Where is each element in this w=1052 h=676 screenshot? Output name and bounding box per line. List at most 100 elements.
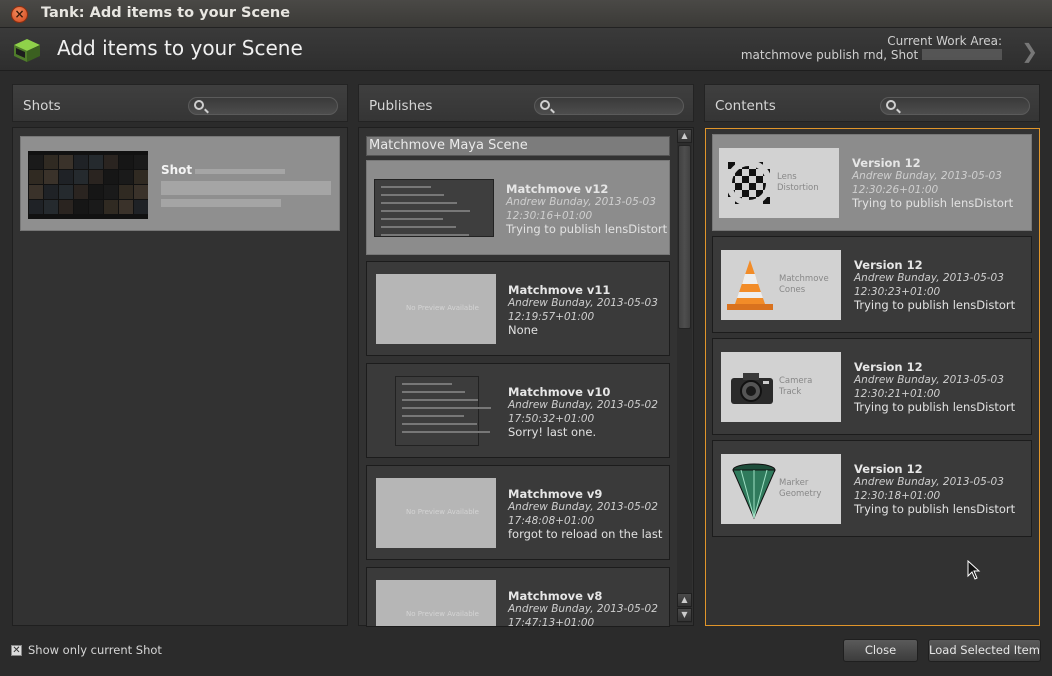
search-icon xyxy=(886,100,896,110)
thumbnail-cell xyxy=(119,185,133,199)
publish-time: 17:48:08+01:00 xyxy=(508,515,595,527)
content-author-date: Andrew Bunday, 2013-05-03 xyxy=(852,170,1002,182)
thumbnail-text-line xyxy=(381,194,444,196)
content-card[interactable]: Camera Track Version 12 Andrew Bunday, 201… xyxy=(712,338,1032,435)
publish-time: 17:47:13+01:00 xyxy=(508,617,595,627)
thumbnail-cell xyxy=(119,170,133,184)
publishes-panel-header: Publishes xyxy=(358,84,694,122)
publish-card[interactable]: No Preview Available Matchmove v9 Andrew B… xyxy=(366,465,670,560)
content-card[interactable]: Matchmove Cones Version 12 Andrew Bunday, … xyxy=(712,236,1032,333)
scroll-down-arrow-icon[interactable]: ▼ xyxy=(677,608,692,622)
content-time: 12:30:21+01:00 xyxy=(854,388,941,400)
content-time: 12:30:26+01:00 xyxy=(852,184,939,196)
publish-card[interactable]: No Preview Available Matchmove v8 Andrew B… xyxy=(366,567,670,627)
content-card[interactable]: Marker Geometry Version 12 Andrew Bunday, … xyxy=(712,440,1032,537)
shot-list-item[interactable]: Shot xyxy=(20,136,340,231)
content-thumbnail: Marker Geometry xyxy=(721,454,841,524)
thumbnail-text-line xyxy=(381,210,470,212)
thumbnail-cell xyxy=(59,185,73,199)
thumbnail-cell xyxy=(104,185,118,199)
publish-author-date: Andrew Bunday, 2013-05-03 xyxy=(508,297,658,309)
thumbnail-cell xyxy=(89,170,103,184)
thumbnail-cell xyxy=(89,155,103,169)
thumbnail-cell xyxy=(119,155,133,169)
publish-group-header[interactable]: Matchmove Maya Scene xyxy=(366,136,670,156)
thumbnail-caption: Lens Distortion xyxy=(777,172,819,193)
app-header: Add items to your Scene Current Work Are… xyxy=(0,28,1052,71)
thumbnail-text-line xyxy=(402,399,478,401)
thumbnail-caption: Marker Geometry xyxy=(779,478,822,499)
content-thumbnail: Matchmove Cones xyxy=(721,250,841,320)
no-preview-label: No Preview Available xyxy=(406,508,479,516)
thumbnail-caption: Camera Track xyxy=(779,376,813,397)
content-thumbnail: Camera Track xyxy=(721,352,841,422)
thumbnail-cell xyxy=(134,200,148,214)
no-preview-label: No Preview Available xyxy=(406,610,479,618)
checker-icon xyxy=(727,161,771,205)
contents-search-input[interactable] xyxy=(880,97,1030,115)
content-description: Trying to publish lensDistort xyxy=(854,400,1016,414)
publishes-search-input[interactable] xyxy=(534,97,684,115)
publish-card[interactable]: Matchmove v12 Andrew Bunday, 2013-05-03 12… xyxy=(366,160,670,255)
window-title: Tank: Add items to your Scene xyxy=(41,5,291,21)
publishes-scrollbar[interactable]: ▲ ▲ ▼ xyxy=(677,129,692,623)
thumbnail-text-line xyxy=(381,234,469,236)
chevron-right-icon[interactable]: ❯ xyxy=(1021,39,1038,63)
scroll-up-arrow-icon[interactable]: ▲ xyxy=(677,129,692,143)
show-current-shot-checkbox[interactable]: ✕ xyxy=(11,645,22,656)
thumbnail-text-line xyxy=(402,383,452,385)
search-icon xyxy=(194,100,204,110)
page-title: Add items to your Scene xyxy=(57,36,303,60)
content-title: Version 12 xyxy=(854,360,923,374)
thumbnail-cell xyxy=(104,170,118,184)
show-current-shot-label[interactable]: Show only current Shot xyxy=(28,643,162,657)
publish-description: forgot to reload on the last xyxy=(508,527,663,541)
thumbnail-cell xyxy=(89,200,103,214)
content-card[interactable]: Lens Distortion Version 12 Andrew Bunday, … xyxy=(712,134,1032,231)
thumbnail-cell xyxy=(104,155,118,169)
shots-panel-title: Shots xyxy=(23,98,61,114)
redacted-text xyxy=(161,199,281,207)
thumbnail-cell xyxy=(29,155,43,169)
close-button[interactable]: Close xyxy=(843,639,918,662)
thumbnail-cell xyxy=(59,200,73,214)
content-description: Trying to publish lensDistort xyxy=(854,298,1016,312)
thumbnail-caption: Matchmove Cones xyxy=(779,274,829,295)
content-author-date: Andrew Bunday, 2013-05-03 xyxy=(854,272,1004,284)
camera-icon xyxy=(731,373,773,404)
load-selected-item-button[interactable]: Load Selected Item xyxy=(928,639,1041,662)
traffic-cone-icon xyxy=(727,260,773,310)
scroll-up-arrow-icon[interactable]: ▲ xyxy=(677,593,692,607)
thumbnail-text-line xyxy=(381,186,431,188)
publish-author-date: Andrew Bunday, 2013-05-02 xyxy=(508,603,658,615)
publish-time: 12:30:16+01:00 xyxy=(506,210,593,222)
thumbnail-cell xyxy=(74,155,88,169)
thumbnail-cell xyxy=(104,200,118,214)
publish-card[interactable]: Matchmove v10 Andrew Bunday, 2013-05-02 17… xyxy=(366,363,670,458)
thumbnail-cell xyxy=(74,200,88,214)
thumbnail-text-line xyxy=(402,431,490,433)
scrollbar-thumb[interactable] xyxy=(678,145,691,329)
content-title: Version 12 xyxy=(854,258,923,272)
search-icon xyxy=(540,100,550,110)
no-preview-thumbnail: No Preview Available xyxy=(376,580,496,626)
thumbnail-text-line xyxy=(381,226,456,228)
window-close-icon[interactable]: × xyxy=(11,6,28,23)
publish-title: Matchmove v9 xyxy=(508,487,603,501)
publish-title: Matchmove v10 xyxy=(508,385,611,399)
publish-author-date: Andrew Bunday, 2013-05-03 xyxy=(506,196,656,208)
contents-panel-header: Contents xyxy=(704,84,1040,122)
work-area-value[interactable]: matchmove publish rnd, Shot xyxy=(741,48,1002,62)
thumbnail-cell xyxy=(29,170,43,184)
publish-card[interactable]: No Preview Available Matchmove v11 Andrew … xyxy=(366,261,670,356)
shots-search-input[interactable] xyxy=(188,97,338,115)
publish-title: Matchmove v12 xyxy=(506,182,609,196)
thumbnail-cell xyxy=(59,170,73,184)
work-area-label: Current Work Area: xyxy=(887,34,1002,48)
content-time: 12:30:18+01:00 xyxy=(854,490,941,502)
publish-title: Matchmove v8 xyxy=(508,589,603,603)
thumbnail-cell xyxy=(44,185,58,199)
publish-description: Trying to publish lensDistort xyxy=(506,222,668,236)
publish-time: 12:19:57+01:00 xyxy=(508,311,595,323)
thumbnail-text-line xyxy=(402,423,477,425)
